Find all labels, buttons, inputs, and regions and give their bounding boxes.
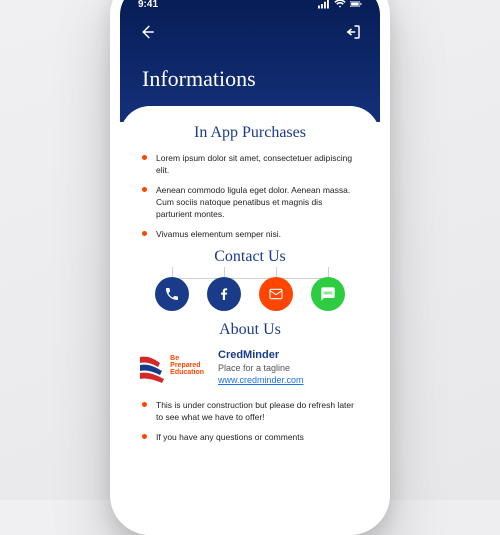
list-item: Lorem ipsum dolor sit amet, consectetuer… — [142, 152, 358, 177]
content-card: In App Purchases Lorem ipsum dolor sit a… — [120, 106, 380, 461]
phone-button[interactable] — [155, 277, 189, 311]
contact-heading: Contact Us — [142, 248, 358, 266]
list-item: This is under construction but please do… — [142, 399, 358, 424]
nav-bar — [120, 15, 380, 52]
screen: 9:41 Informations In App Purchases — [120, 0, 380, 525]
about-heading: About Us — [142, 321, 358, 339]
brand-logo: Be Prepared Education — [142, 349, 204, 389]
list-item: Aenean commodo ligula eget dolor. Aenean… — [142, 184, 358, 221]
sms-icon: SMS — [320, 286, 336, 302]
phone-frame: 9:41 Informations In App Purchases — [110, 0, 390, 535]
about-meta: CredMinder Place for a tagline www.credm… — [218, 349, 304, 385]
purchases-list: Lorem ipsum dolor sit amet, consectetuer… — [142, 152, 358, 240]
signal-icon — [318, 0, 330, 9]
brand-link[interactable]: www.credminder.com — [218, 375, 304, 385]
brand-name: CredMinder — [218, 349, 304, 361]
contact-buttons: SMS — [142, 278, 358, 311]
back-button[interactable] — [138, 23, 156, 46]
status-time: 9:41 — [138, 0, 158, 10]
facebook-icon — [216, 286, 232, 302]
brand-tagline: Place for a tagline — [218, 363, 304, 373]
purchases-heading: In App Purchases — [142, 124, 358, 142]
facebook-button[interactable] — [207, 277, 241, 311]
back-arrow-icon — [138, 23, 156, 41]
list-item: Vivamus elementum semper nisi. — [142, 228, 358, 240]
email-button[interactable] — [259, 277, 293, 311]
wifi-icon — [334, 0, 346, 9]
list-item: If you have any questions or comments — [142, 431, 358, 443]
sms-button[interactable]: SMS — [311, 277, 345, 311]
exit-icon — [344, 23, 362, 41]
exit-button[interactable] — [344, 23, 362, 46]
email-icon — [268, 286, 284, 302]
phone-icon — [164, 286, 180, 302]
status-indicators — [318, 0, 362, 9]
header: 9:41 Informations — [120, 0, 380, 122]
status-bar: 9:41 — [120, 0, 380, 15]
about-row: Be Prepared Education CredMinder Place f… — [142, 349, 358, 389]
battery-icon — [350, 0, 362, 9]
svg-text:SMS: SMS — [323, 291, 332, 296]
about-list: This is under construction but please do… — [142, 399, 358, 443]
logo-text: Be Prepared Education — [170, 355, 204, 376]
